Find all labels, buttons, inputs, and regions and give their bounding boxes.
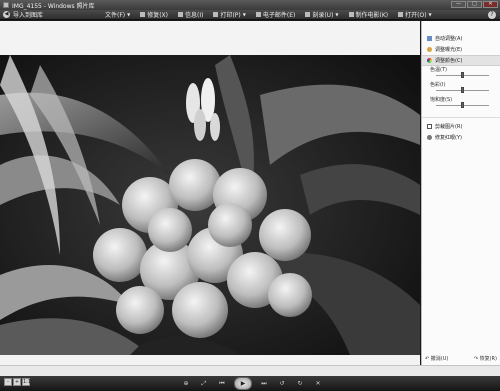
maximize-button[interactable]: □ [467,1,482,8]
back-to-gallery-button[interactable]: ◀ 导入到图库 [0,10,100,20]
zoom-icon[interactable]: ⊕ [180,379,192,389]
status-bar [0,365,500,376]
previous-icon[interactable]: ⏮ [216,379,228,389]
menu-fix[interactable]: 修复(X) [135,10,173,20]
menu-email[interactable]: 电子邮件(E) [251,10,300,20]
undo-button[interactable]: ↶ 撤消(U) [425,355,448,362]
app-icon [3,2,9,8]
adjust-exposure-label: 调整曝光(E) [435,47,463,53]
menu-open[interactable]: 打开(O) ▼ [393,10,436,20]
redo-button[interactable]: ↷ 恢复(R) [474,355,497,362]
menu-print[interactable]: 打印(P) ▼ [208,10,250,20]
zoom-controls: - + 1:1 [4,378,31,386]
slider-thumb[interactable] [461,72,464,78]
flower-photo [0,55,420,355]
printer-icon [213,12,219,17]
tint-slider[interactable]: 色彩(I) [430,81,495,96]
slider-thumb[interactable] [461,87,464,93]
crop-label: 剪裁图片(R) [435,124,463,130]
chevron-down-icon: ▼ [428,12,432,17]
nav-controls: ⊕ ⤢ ⏮ ▶ ⏭ ↺ ↻ ✕ [180,377,324,390]
zoom-out-button[interactable]: - [4,378,12,386]
saturation-slider[interactable]: 饱和度(S) [430,96,495,111]
menu-open-label: 打开(O) [405,12,427,19]
back-label: 导入到图库 [13,12,44,19]
menu-print-label: 打印(P) [220,12,241,19]
fix-icon [140,12,146,17]
chevron-down-icon: ▼ [127,12,131,17]
open-icon [398,12,404,17]
menu-burn-label: 刻录(U) [312,12,334,19]
divider [422,117,500,118]
minimize-button[interactable]: — [451,1,466,8]
auto-adjust-item[interactable]: 自动调整(A) [422,33,500,44]
disc-icon [305,12,311,17]
menu-movie[interactable]: 制作电影(K) [344,10,394,20]
fit-icon[interactable]: ⤢ [198,379,210,389]
menu-file[interactable]: 文件(F) ▼ [100,10,135,20]
temperature-slider[interactable]: 色温(T) [430,66,495,81]
bottom-control-bar: - + 1:1 ⊕ ⤢ ⏮ ▶ ⏭ ↺ ↻ ✕ [0,376,500,391]
slider-thumb[interactable] [461,102,464,108]
menu-email-label: 电子邮件(E) [262,12,296,19]
crop-icon [427,124,432,129]
back-arrow-icon: ◀ [3,11,10,18]
chevron-down-icon: ▼ [335,12,339,17]
color-wheel-icon [427,58,432,63]
window-controls: — □ ✕ [451,1,498,8]
menu-info[interactable]: 信息(I) [173,10,208,20]
actual-size-button[interactable]: 1:1 [22,378,31,386]
rotate-left-icon[interactable]: ↺ [276,379,288,389]
email-icon [255,12,261,17]
photo-viewer [0,21,420,365]
menu-burn[interactable]: 刻录(U) ▼ [300,10,343,20]
adjust-color-label: 调整颜色(C) [435,58,463,64]
crop-item[interactable]: 剪裁图片(R) [422,121,500,132]
wand-icon [427,36,432,41]
red-eye-label: 修复红眼(Y) [435,135,462,141]
eye-icon [427,135,432,140]
undo-label: 撤消(U) [430,356,449,362]
sun-icon [427,47,432,52]
toolbar: ◀ 导入到图库 文件(F) ▼ 修复(X) 信息(I) 打印(P) ▼ 电子邮件… [0,10,500,20]
adjust-color-item[interactable]: 调整颜色(C) [422,55,500,66]
zoom-in-button[interactable]: + [13,378,21,386]
close-button[interactable]: ✕ [483,1,498,8]
menu-file-label: 文件(F) [105,12,126,19]
adjust-exposure-item[interactable]: 调整曝光(E) [422,44,500,55]
delete-icon[interactable]: ✕ [312,379,324,389]
red-eye-item[interactable]: 修复红眼(Y) [422,132,500,143]
panel-footer: ↶ 撤消(U) ↷ 恢复(R) [425,355,497,362]
rotate-right-icon[interactable]: ↻ [294,379,306,389]
slideshow-button[interactable]: ▶ [234,377,252,390]
chevron-down-icon: ▼ [242,12,246,17]
help-button[interactable]: ? [488,11,496,19]
menu-info-label: 信息(I) [185,12,204,19]
title-bar: IMG_4155 - Windows 照片库 — □ ✕ [0,0,500,10]
info-icon [178,12,184,17]
redo-label: 恢复(R) [479,356,497,362]
menu-movie-label: 制作电影(K) [355,12,389,19]
window-title: IMG_4155 - Windows 照片库 [12,2,95,10]
next-icon[interactable]: ⏭ [258,379,270,389]
color-sliders: 色温(T) 色彩(I) 饱和度(S) [422,66,500,114]
film-icon [348,12,354,17]
auto-adjust-label: 自动调整(A) [435,36,463,42]
menu-fix-label: 修复(X) [147,12,169,19]
photo [0,55,420,355]
fix-panel: 自动调整(A) 调整曝光(E) 调整颜色(C) 色温(T) 色彩(I) 饱和度(… [421,21,500,365]
